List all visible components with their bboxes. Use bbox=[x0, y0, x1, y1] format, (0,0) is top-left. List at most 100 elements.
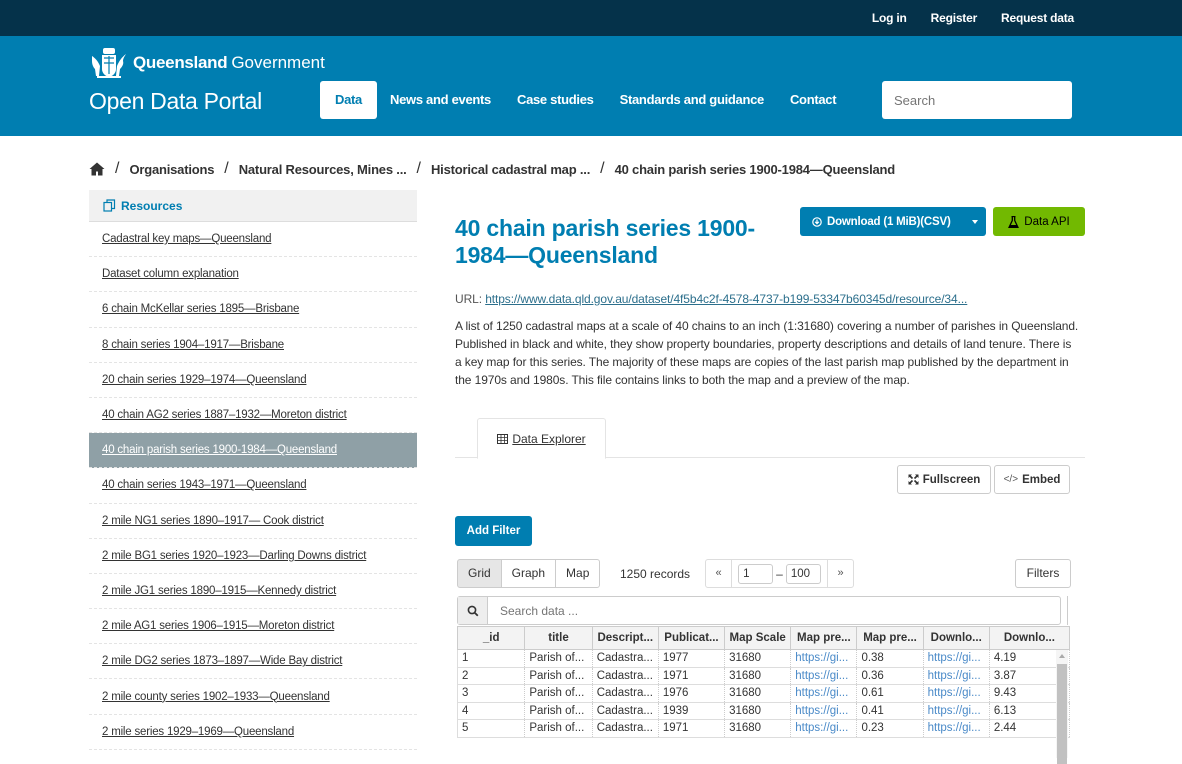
scroll-up-icon[interactable] bbox=[1059, 654, 1065, 658]
grid-cell: Parish of... bbox=[524, 702, 593, 720]
resource-item[interactable]: 2 mile DG2 series 1873–1897—Wide Bay dis… bbox=[89, 644, 417, 680]
column-header-title[interactable]: title bbox=[524, 626, 593, 650]
filters-button[interactable]: Filters bbox=[1015, 559, 1071, 588]
tab-data-explorer[interactable]: Data Explorer bbox=[477, 418, 606, 459]
resource-item[interactable]: 2 mile series 1929–1969—Queensland bbox=[89, 715, 417, 750]
resource-item[interactable]: Dataset column explanation bbox=[89, 257, 417, 293]
grid-cell-link[interactable]: https://gi... bbox=[923, 702, 990, 720]
fullscreen-button[interactable]: Fullscreen bbox=[897, 465, 991, 494]
resource-item[interactable]: 8 chain series 1904–1917—Brisbane bbox=[89, 328, 417, 363]
resource-link[interactable]: Dataset column explanation bbox=[102, 268, 239, 280]
breadcrumb-dataset[interactable]: Historical cadastral map ... bbox=[431, 162, 590, 177]
nav-case-studies[interactable]: Case studies bbox=[504, 81, 607, 119]
brand[interactable]: Queensland Government Open Data Portal bbox=[89, 46, 325, 115]
chevron-down-icon[interactable] bbox=[972, 220, 978, 224]
resource-link[interactable]: 2 mile series 1929–1969—Queensland bbox=[102, 726, 294, 738]
resource-link[interactable]: 2 mile county series 1902–1933—Queenslan… bbox=[102, 691, 330, 703]
data-api-button[interactable]: Data API bbox=[993, 207, 1085, 236]
add-filter-button[interactable]: Add Filter bbox=[455, 516, 532, 546]
data-search-input[interactable] bbox=[488, 597, 1060, 624]
resource-item[interactable]: Cadastral key maps—Queensland bbox=[89, 222, 417, 258]
grid-scrollbar[interactable] bbox=[1056, 650, 1068, 764]
breadcrumb-resource[interactable]: 40 chain parish series 1900-1984—Queensl… bbox=[615, 162, 896, 177]
resource-link[interactable]: 40 chain series 1943–1971—Queensland bbox=[102, 479, 307, 491]
pager-from-input[interactable] bbox=[738, 563, 774, 584]
breadcrumb-organisation[interactable]: Natural Resources, Mines ... bbox=[239, 162, 407, 177]
grid-cell-link[interactable]: https://gi... bbox=[923, 719, 990, 738]
breadcrumb-separator: / bbox=[600, 160, 605, 177]
column-header-map-preview-size[interactable]: Map pre... bbox=[856, 626, 924, 650]
grid-cell-link[interactable]: https://gi... bbox=[923, 667, 990, 685]
tab-data-explorer-label[interactable]: Data Explorer bbox=[512, 432, 585, 446]
table-row[interactable]: 1 Parish of... Cadastra... 1977 31680 https:/… bbox=[456, 649, 1071, 668]
column-header-id[interactable]: _id bbox=[456, 626, 526, 650]
pager-to-input[interactable] bbox=[785, 563, 821, 584]
resources-heading-label: Resources bbox=[121, 198, 183, 213]
pager-prev-button[interactable]: « bbox=[705, 559, 732, 588]
grid-cell: 0.23 bbox=[856, 719, 924, 738]
nav-contact[interactable]: Contact bbox=[777, 81, 849, 119]
resource-item[interactable]: 6 chain McKellar series 1895—Brisbane bbox=[89, 292, 417, 328]
resource-link[interactable]: 20 chain series 1929–1974—Queensland bbox=[102, 374, 307, 386]
record-count: 1250 records bbox=[620, 567, 691, 581]
pager-next-button[interactable]: » bbox=[827, 559, 854, 588]
nav-standards-and-guidance[interactable]: Standards and guidance bbox=[607, 81, 777, 119]
resource-item[interactable]: 40 chain AG2 series 1887–1932—Moreton di… bbox=[89, 398, 417, 434]
view-grid-button[interactable]: Grid bbox=[457, 559, 502, 588]
column-header-download-url[interactable]: Downlo... bbox=[922, 626, 990, 650]
resource-item[interactable]: 2 mile BG1 series 1920–1923—Darling Down… bbox=[89, 539, 417, 574]
resource-item[interactable]: 2 mile AG1 series 1906–1915—Moreton dist… bbox=[89, 609, 417, 645]
resource-item[interactable]: 40 chain series 1943–1971—Queensland bbox=[89, 468, 417, 504]
column-header-description[interactable]: Descript... bbox=[591, 626, 659, 650]
table-row[interactable]: 4 Parish of... Cadastra... 1939 31680 https:/… bbox=[456, 702, 1071, 720]
nav-news-and-events[interactable]: News and events bbox=[377, 81, 504, 119]
view-graph-button[interactable]: Graph bbox=[500, 559, 557, 588]
register-link[interactable]: Register bbox=[931, 11, 978, 25]
column-header-map-preview-url[interactable]: Map pre... bbox=[790, 626, 858, 650]
resource-link[interactable]: 8 chain series 1904–1917—Brisbane bbox=[102, 339, 284, 351]
table-row[interactable]: 2 Parish of... Cadastra... 1971 31680 https:/… bbox=[456, 667, 1071, 685]
resource-link[interactable]: 40 chain AG2 series 1887–1932—Moreton di… bbox=[102, 409, 347, 421]
grid-cell: 0.38 bbox=[856, 649, 924, 668]
grid-cell-link[interactable]: https://gi... bbox=[790, 684, 858, 703]
grid-cell-link[interactable]: https://gi... bbox=[790, 649, 858, 668]
column-header-publication[interactable]: Publicat... bbox=[657, 626, 726, 650]
grid-cell-link[interactable]: https://gi... bbox=[923, 684, 990, 703]
embed-button[interactable]: </> Embed bbox=[994, 465, 1070, 494]
data-search-button[interactable] bbox=[458, 597, 488, 624]
resource-link[interactable]: 2 mile NG1 series 1890–1917— Cook distri… bbox=[102, 515, 324, 527]
brand-government: Government bbox=[231, 53, 325, 72]
scrollbar-thumb[interactable] bbox=[1057, 664, 1067, 764]
table-row[interactable]: 3 Parish of... Cadastra... 1976 31680 https:/… bbox=[456, 684, 1071, 703]
resource-url-link[interactable]: https://www.data.qld.gov.au/dataset/4f5b… bbox=[485, 292, 967, 306]
grid-cell-link[interactable]: https://gi... bbox=[790, 719, 858, 738]
grid-cell-link[interactable]: https://gi... bbox=[790, 667, 858, 685]
resource-link[interactable]: 40 chain parish series 1900-1984—Queensl… bbox=[102, 444, 337, 456]
download-button[interactable]: Download (1 MiB)(CSV) bbox=[800, 207, 986, 236]
resource-link[interactable]: Cadastral key maps—Queensland bbox=[102, 233, 272, 245]
resource-link[interactable]: 2 mile AG1 series 1906–1915—Moreton dist… bbox=[102, 620, 334, 632]
nav-data[interactable]: Data bbox=[320, 81, 377, 119]
resource-link[interactable]: 2 mile DG2 series 1873–1897—Wide Bay dis… bbox=[102, 655, 342, 667]
code-icon: </> bbox=[1003, 474, 1019, 485]
resource-link[interactable]: 2 mile JG1 series 1890–1915—Kennedy dist… bbox=[102, 585, 336, 597]
view-map-button[interactable]: Map bbox=[555, 559, 601, 588]
resource-item[interactable]: 20 chain series 1929–1974—Queensland bbox=[89, 363, 417, 398]
resource-item[interactable]: 2 mile NG1 series 1890–1917— Cook distri… bbox=[89, 504, 417, 539]
resource-item[interactable]: 2 mile county series 1902–1933—Queenslan… bbox=[89, 679, 417, 715]
grid-cell-link[interactable]: https://gi... bbox=[790, 702, 858, 720]
resource-item-active[interactable]: 40 chain parish series 1900-1984—Queensl… bbox=[89, 433, 417, 469]
resource-link[interactable]: 2 mile BG1 series 1920–1923—Darling Down… bbox=[102, 550, 366, 562]
site-search-input[interactable] bbox=[894, 92, 1070, 108]
column-header-download-size[interactable]: Downlo... bbox=[988, 626, 1071, 650]
home-icon[interactable] bbox=[89, 162, 105, 176]
resource-item[interactable]: 2 mile JG1 series 1890–1915—Kennedy dist… bbox=[89, 574, 417, 610]
copy-icon bbox=[103, 199, 116, 212]
breadcrumb-organisations[interactable]: Organisations bbox=[129, 162, 214, 177]
column-header-map-scale[interactable]: Map Scale bbox=[724, 626, 792, 650]
login-link[interactable]: Log in bbox=[872, 11, 907, 25]
request-data-link[interactable]: Request data bbox=[1001, 11, 1074, 25]
resource-link[interactable]: 6 chain McKellar series 1895—Brisbane bbox=[102, 303, 299, 315]
table-row[interactable]: 5 Parish of... Cadastra... 1971 31680 https:/… bbox=[456, 719, 1071, 738]
grid-cell-link[interactable]: https://gi... bbox=[923, 649, 990, 668]
